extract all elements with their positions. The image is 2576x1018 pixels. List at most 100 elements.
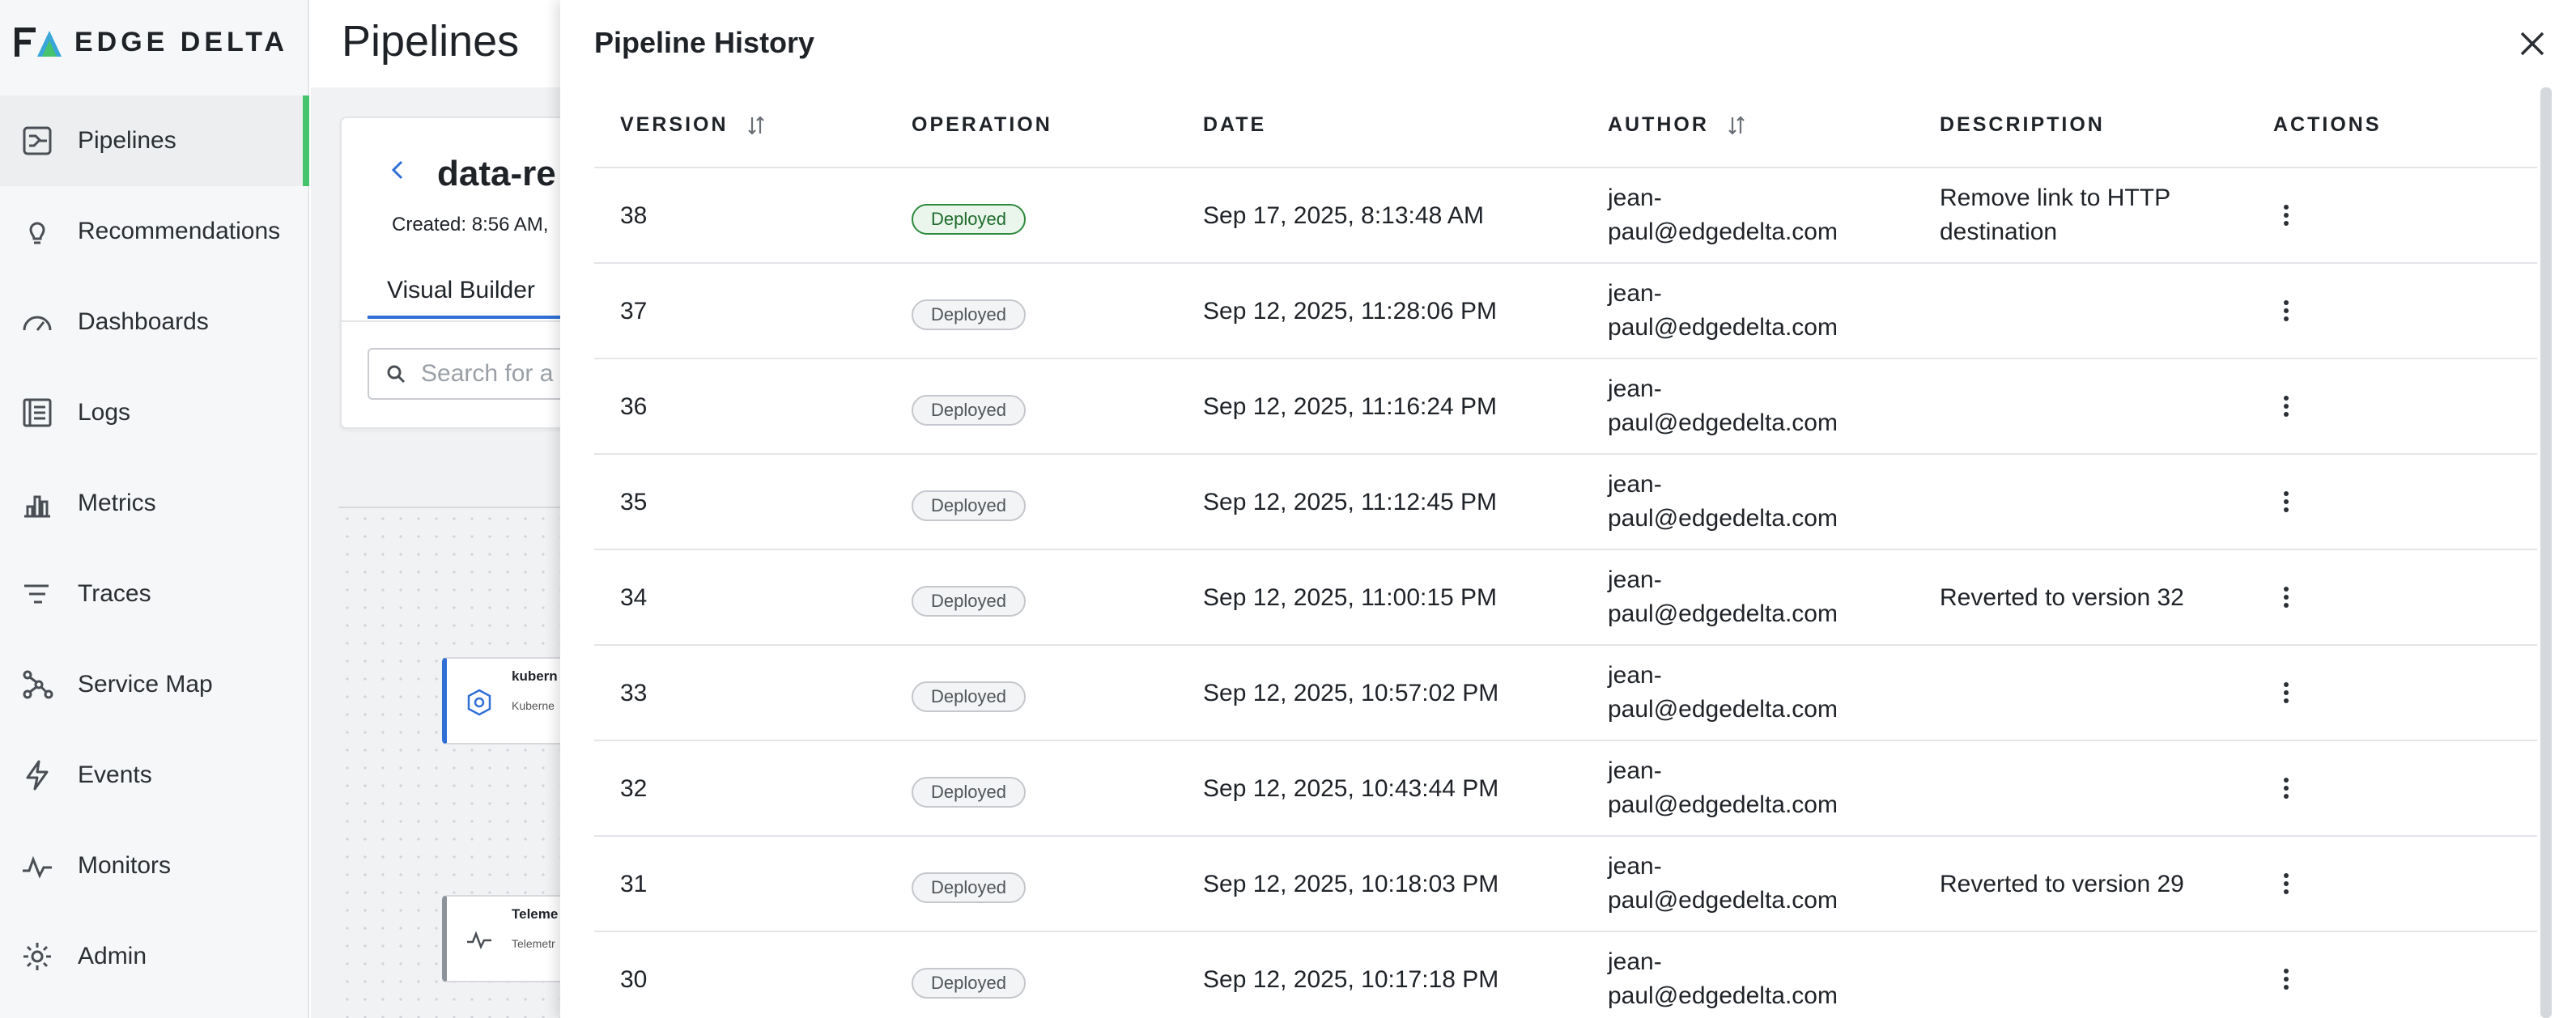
author-cell: jean-paul@edgedelta.com (1608, 948, 1838, 1009)
kubernetes-icon (467, 689, 491, 716)
brand-logo[interactable]: EDGE DELTA (13, 23, 288, 62)
sidebar-item-admin[interactable]: Admin (0, 911, 309, 1002)
table-row: 31 Deployed Sep 12, 2025, 10:18:03 PM jean-… (594, 837, 2537, 932)
row-actions-button[interactable] (2267, 673, 2306, 712)
author-cell: jean-paul@edgedelta.com (1608, 853, 1838, 914)
pipeline-history-drawer: Pipeline History VERSION OPERATION DATE … (560, 0, 2576, 1018)
lightning-icon (19, 757, 55, 793)
date-cell: Sep 12, 2025, 10:17:18 PM (1203, 966, 1499, 993)
date-cell: Sep 12, 2025, 11:16:24 PM (1203, 393, 1498, 420)
status-badge: Deployed (912, 586, 1026, 617)
author-cell: jean-paul@edgedelta.com (1608, 280, 1838, 341)
column-header-actions: ACTIONS (2273, 113, 2382, 137)
sort-icon (1728, 115, 1745, 135)
lightbulb-icon (19, 214, 55, 249)
more-vertical-icon (2284, 587, 2289, 608)
operation-cell: Deployed (912, 678, 1026, 712)
pulse-icon (19, 848, 55, 884)
logs-icon (19, 395, 55, 431)
table-row: 37 Deployed Sep 12, 2025, 11:28:06 PM jean-… (594, 264, 2537, 359)
date-cell: Sep 17, 2025, 8:13:48 AM (1203, 202, 1484, 229)
sidebar-item-label: Metrics (78, 490, 156, 516)
operation-cell: Deployed (912, 774, 1026, 808)
edge-delta-logo-icon (15, 28, 62, 57)
close-button[interactable] (2513, 24, 2552, 63)
column-header-version[interactable]: VERSION (620, 113, 766, 137)
column-header-label: AUTHOR (1608, 113, 1709, 136)
row-actions-button[interactable] (2267, 291, 2306, 330)
chevron-left-icon (391, 160, 403, 180)
sidebar-item-traces[interactable]: Traces (0, 549, 309, 639)
more-vertical-icon (2284, 682, 2289, 703)
table-header: VERSION OPERATION DATE AUTHOR DESCRIPTIO… (594, 89, 2537, 168)
sidebar-item-monitors[interactable]: Monitors (0, 821, 309, 911)
version-cell: 36 (620, 393, 648, 420)
column-header-label: VERSION (620, 113, 729, 136)
sidebar-nav: Pipelines Recommendations Dashboards Log… (0, 95, 309, 1002)
version-cell: 30 (620, 966, 648, 993)
date-cell: Sep 12, 2025, 10:43:44 PM (1203, 775, 1499, 802)
row-actions-button[interactable] (2267, 482, 2306, 521)
page-title: Pipelines (342, 17, 520, 66)
author-cell: jean-paul@edgedelta.com (1608, 757, 1838, 818)
operation-cell: Deployed (912, 965, 1026, 999)
more-vertical-icon (2284, 491, 2289, 512)
author-cell: jean-paul@edgedelta.com (1608, 662, 1838, 723)
column-header-label: OPERATION (912, 113, 1052, 136)
author-cell: jean-paul@edgedelta.com (1608, 471, 1838, 532)
operation-cell: Deployed (912, 296, 1026, 330)
back-button[interactable] (389, 157, 408, 190)
column-header-operation: OPERATION (912, 113, 1052, 137)
operation-cell: Deployed (912, 392, 1026, 426)
sidebar-item-service-map[interactable]: Service Map (0, 639, 309, 730)
column-header-label: DESCRIPTION (1940, 113, 2105, 136)
sidebar-item-label: Events (78, 761, 152, 788)
row-actions-button[interactable] (2267, 864, 2306, 903)
description-cell: Reverted to version 29 (1940, 871, 2184, 897)
service-map-icon (19, 667, 55, 702)
scrollbar[interactable] (2540, 87, 2552, 1018)
column-header-author[interactable]: AUTHOR (1608, 113, 1746, 137)
version-cell: 35 (620, 489, 648, 515)
sidebar-item-label: Logs (78, 399, 131, 426)
more-vertical-icon (2284, 300, 2289, 321)
operation-cell: Deployed (912, 487, 1026, 521)
table-row: 33 Deployed Sep 12, 2025, 10:57:02 PM jean-… (594, 646, 2537, 741)
search-icon (387, 365, 406, 384)
sidebar-item-events[interactable]: Events (0, 730, 309, 821)
drawer-title: Pipeline History (594, 26, 815, 59)
sidebar-item-metrics[interactable]: Metrics (0, 458, 309, 549)
author-cell: jean-paul@edgedelta.com (1608, 375, 1838, 436)
operation-cell: Deployed (912, 201, 1026, 235)
sidebar-item-logs[interactable]: Logs (0, 367, 309, 458)
sidebar-item-label: Dashboards (78, 308, 209, 335)
more-vertical-icon (2284, 396, 2289, 417)
sidebar-item-pipelines[interactable]: Pipelines (0, 95, 309, 186)
table-row: 32 Deployed Sep 12, 2025, 10:43:44 PM jean-… (594, 741, 2537, 837)
brand-name: EDGE DELTA (74, 26, 289, 57)
sidebar-item-recommendations[interactable]: Recommendations (0, 186, 309, 277)
row-actions-button[interactable] (2267, 387, 2306, 426)
node-subtitle: Telemetr (512, 937, 555, 950)
tab-visual-builder[interactable]: Visual Builder (387, 277, 535, 304)
bar-chart-icon (19, 486, 55, 521)
sidebar-item-dashboards[interactable]: Dashboards (0, 277, 309, 367)
version-cell: 33 (620, 680, 648, 706)
row-actions-button[interactable] (2267, 196, 2306, 235)
node-title: Teleme (512, 906, 559, 922)
sidebar-item-label: Monitors (78, 852, 172, 879)
row-actions-button[interactable] (2267, 960, 2306, 999)
date-cell: Sep 12, 2025, 11:28:06 PM (1203, 298, 1498, 324)
table-row: 38 Deployed Sep 17, 2025, 8:13:48 AM jean-p… (594, 168, 2537, 264)
operation-cell: Deployed (912, 869, 1026, 903)
row-actions-button[interactable] (2267, 578, 2306, 617)
pipelines-icon (19, 123, 55, 159)
active-tab-indicator (368, 316, 562, 319)
status-badge: Deployed (912, 204, 1026, 235)
sidebar: EDGE DELTA Pipelines Recommendations Das… (0, 0, 309, 1018)
status-badge: Deployed (912, 299, 1026, 330)
row-actions-button[interactable] (2267, 769, 2306, 808)
search-placeholder: Search for a (421, 360, 554, 387)
status-badge: Deployed (912, 777, 1026, 808)
date-cell: Sep 12, 2025, 10:18:03 PM (1203, 871, 1499, 897)
